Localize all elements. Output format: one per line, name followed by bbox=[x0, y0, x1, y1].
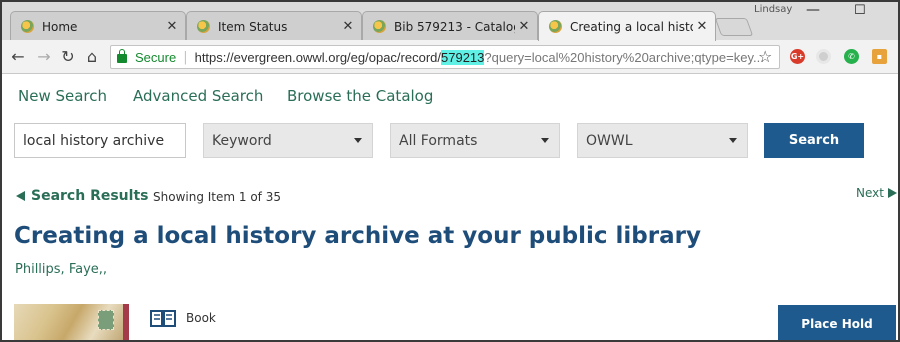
tab-strip: Home ✕ Item Status ✕ Bib 579213 - Catalo… bbox=[2, 2, 898, 41]
search-results-link[interactable]: Search Results bbox=[16, 188, 148, 204]
tab-title: Bib 579213 - Catalog bbox=[394, 19, 515, 34]
google-plus-icon[interactable]: G+ bbox=[790, 49, 805, 64]
place-hold-button[interactable]: Place Hold bbox=[778, 305, 896, 340]
format-label: Book bbox=[186, 311, 216, 325]
cover-spine bbox=[123, 304, 129, 340]
caret-down-icon bbox=[729, 138, 737, 143]
search-input[interactable]: local history archive bbox=[14, 123, 186, 158]
format-value: All Formats bbox=[399, 132, 478, 149]
tab-bib-catalog[interactable]: Bib 579213 - Catalog ✕ bbox=[362, 11, 538, 41]
triangle-right-icon bbox=[887, 188, 897, 198]
phone-icon[interactable]: ✆ bbox=[844, 49, 859, 64]
tab-title: Item Status bbox=[218, 19, 288, 34]
close-icon[interactable]: ✕ bbox=[515, 19, 533, 34]
profile-name[interactable]: Lindsay bbox=[754, 4, 792, 15]
next-label: Next bbox=[856, 186, 884, 200]
new-tab-button[interactable] bbox=[714, 18, 754, 36]
lock-icon bbox=[117, 49, 127, 63]
search-results-label: Search Results bbox=[31, 188, 149, 204]
stamp-decoration bbox=[98, 310, 114, 330]
format-select[interactable]: All Formats bbox=[390, 123, 560, 158]
caret-down-icon bbox=[541, 138, 549, 143]
library-select[interactable]: OWWL bbox=[577, 123, 748, 158]
showing-count: Showing Item 1 of 35 bbox=[153, 190, 281, 204]
divider: | bbox=[183, 49, 188, 65]
tab-item-status[interactable]: Item Status ✕ bbox=[186, 11, 362, 41]
evergreen-favicon-icon bbox=[549, 20, 562, 33]
maximize-icon[interactable]: ☐ bbox=[854, 3, 866, 18]
library-value: OWWL bbox=[586, 132, 633, 149]
secure-label: Secure bbox=[135, 49, 177, 65]
new-search-link[interactable]: New Search bbox=[18, 87, 107, 105]
url-text[interactable]: https://evergreen.owwl.org/eg/opac/recor… bbox=[194, 49, 779, 65]
next-link[interactable]: Next bbox=[856, 186, 897, 200]
advanced-search-link[interactable]: Advanced Search bbox=[133, 87, 263, 105]
qtype-value: Keyword bbox=[212, 132, 272, 149]
url-suffix: ?query=local%20history%20archive;qtype=k… bbox=[484, 49, 764, 65]
qtype-select[interactable]: Keyword bbox=[203, 123, 373, 158]
book-cover-image[interactable] bbox=[14, 304, 129, 340]
url-prefix: https://evergreen.owwl.org/eg/opac/recor… bbox=[194, 49, 442, 65]
close-icon[interactable]: ✕ bbox=[693, 19, 711, 34]
extension-circle-icon[interactable] bbox=[816, 49, 831, 64]
tab-title: Creating a local history ar bbox=[570, 19, 693, 34]
back-arrow-icon[interactable]: ← bbox=[8, 47, 28, 67]
home-icon[interactable]: ⌂ bbox=[82, 47, 102, 67]
browser-window: Home ✕ Item Status ✕ Bib 579213 - Catalo… bbox=[0, 0, 900, 342]
star-icon[interactable]: ☆ bbox=[758, 47, 772, 66]
evergreen-favicon-icon bbox=[21, 20, 34, 33]
author-link[interactable]: Phillips, Faye,, bbox=[15, 262, 107, 277]
caret-down-icon bbox=[354, 138, 362, 143]
triangle-left-icon bbox=[16, 191, 25, 201]
tab-creating-local-history[interactable]: Creating a local history ar ✕ bbox=[538, 11, 716, 41]
extension-icon[interactable]: ▪ bbox=[872, 49, 887, 64]
book-icon bbox=[150, 310, 176, 327]
address-bar[interactable]: Secure | https://evergreen.owwl.org/eg/o… bbox=[110, 45, 780, 69]
close-icon[interactable]: ✕ bbox=[163, 19, 181, 34]
url-highlight: 579213 bbox=[441, 49, 485, 65]
forward-arrow-icon[interactable]: → bbox=[34, 47, 54, 67]
search-button[interactable]: Search bbox=[764, 123, 864, 158]
reload-icon[interactable]: ↻ bbox=[58, 47, 78, 67]
record-title: Creating a local history archive at your… bbox=[14, 223, 701, 249]
catalog-page: New Search Advanced Search Browse the Ca… bbox=[2, 74, 898, 340]
evergreen-favicon-icon bbox=[197, 20, 210, 33]
minimize-icon[interactable]: — bbox=[806, 2, 820, 18]
browse-catalog-link[interactable]: Browse the Catalog bbox=[287, 87, 433, 105]
tab-title: Home bbox=[42, 19, 78, 34]
browser-toolbar: ← → ↻ ⌂ Secure | https://evergreen.owwl.… bbox=[2, 40, 898, 74]
evergreen-favicon-icon bbox=[373, 20, 386, 33]
tab-home[interactable]: Home ✕ bbox=[10, 11, 186, 41]
close-icon[interactable]: ✕ bbox=[339, 19, 357, 34]
